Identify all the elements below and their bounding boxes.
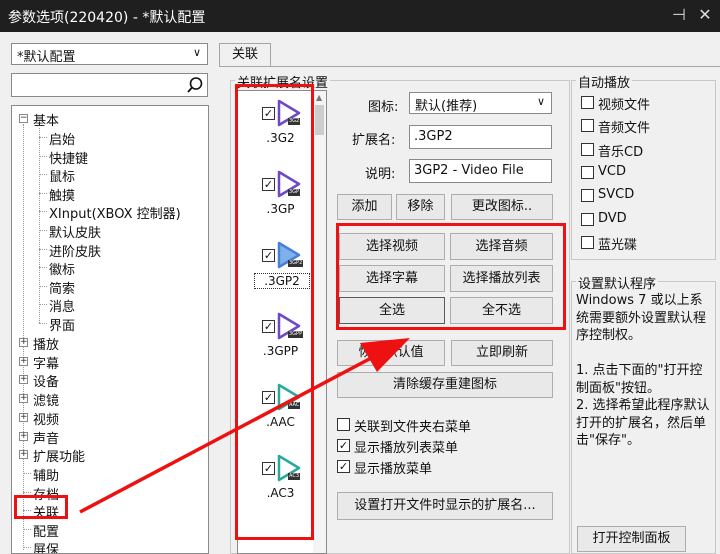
annotation-arrow — [79, 338, 410, 514]
